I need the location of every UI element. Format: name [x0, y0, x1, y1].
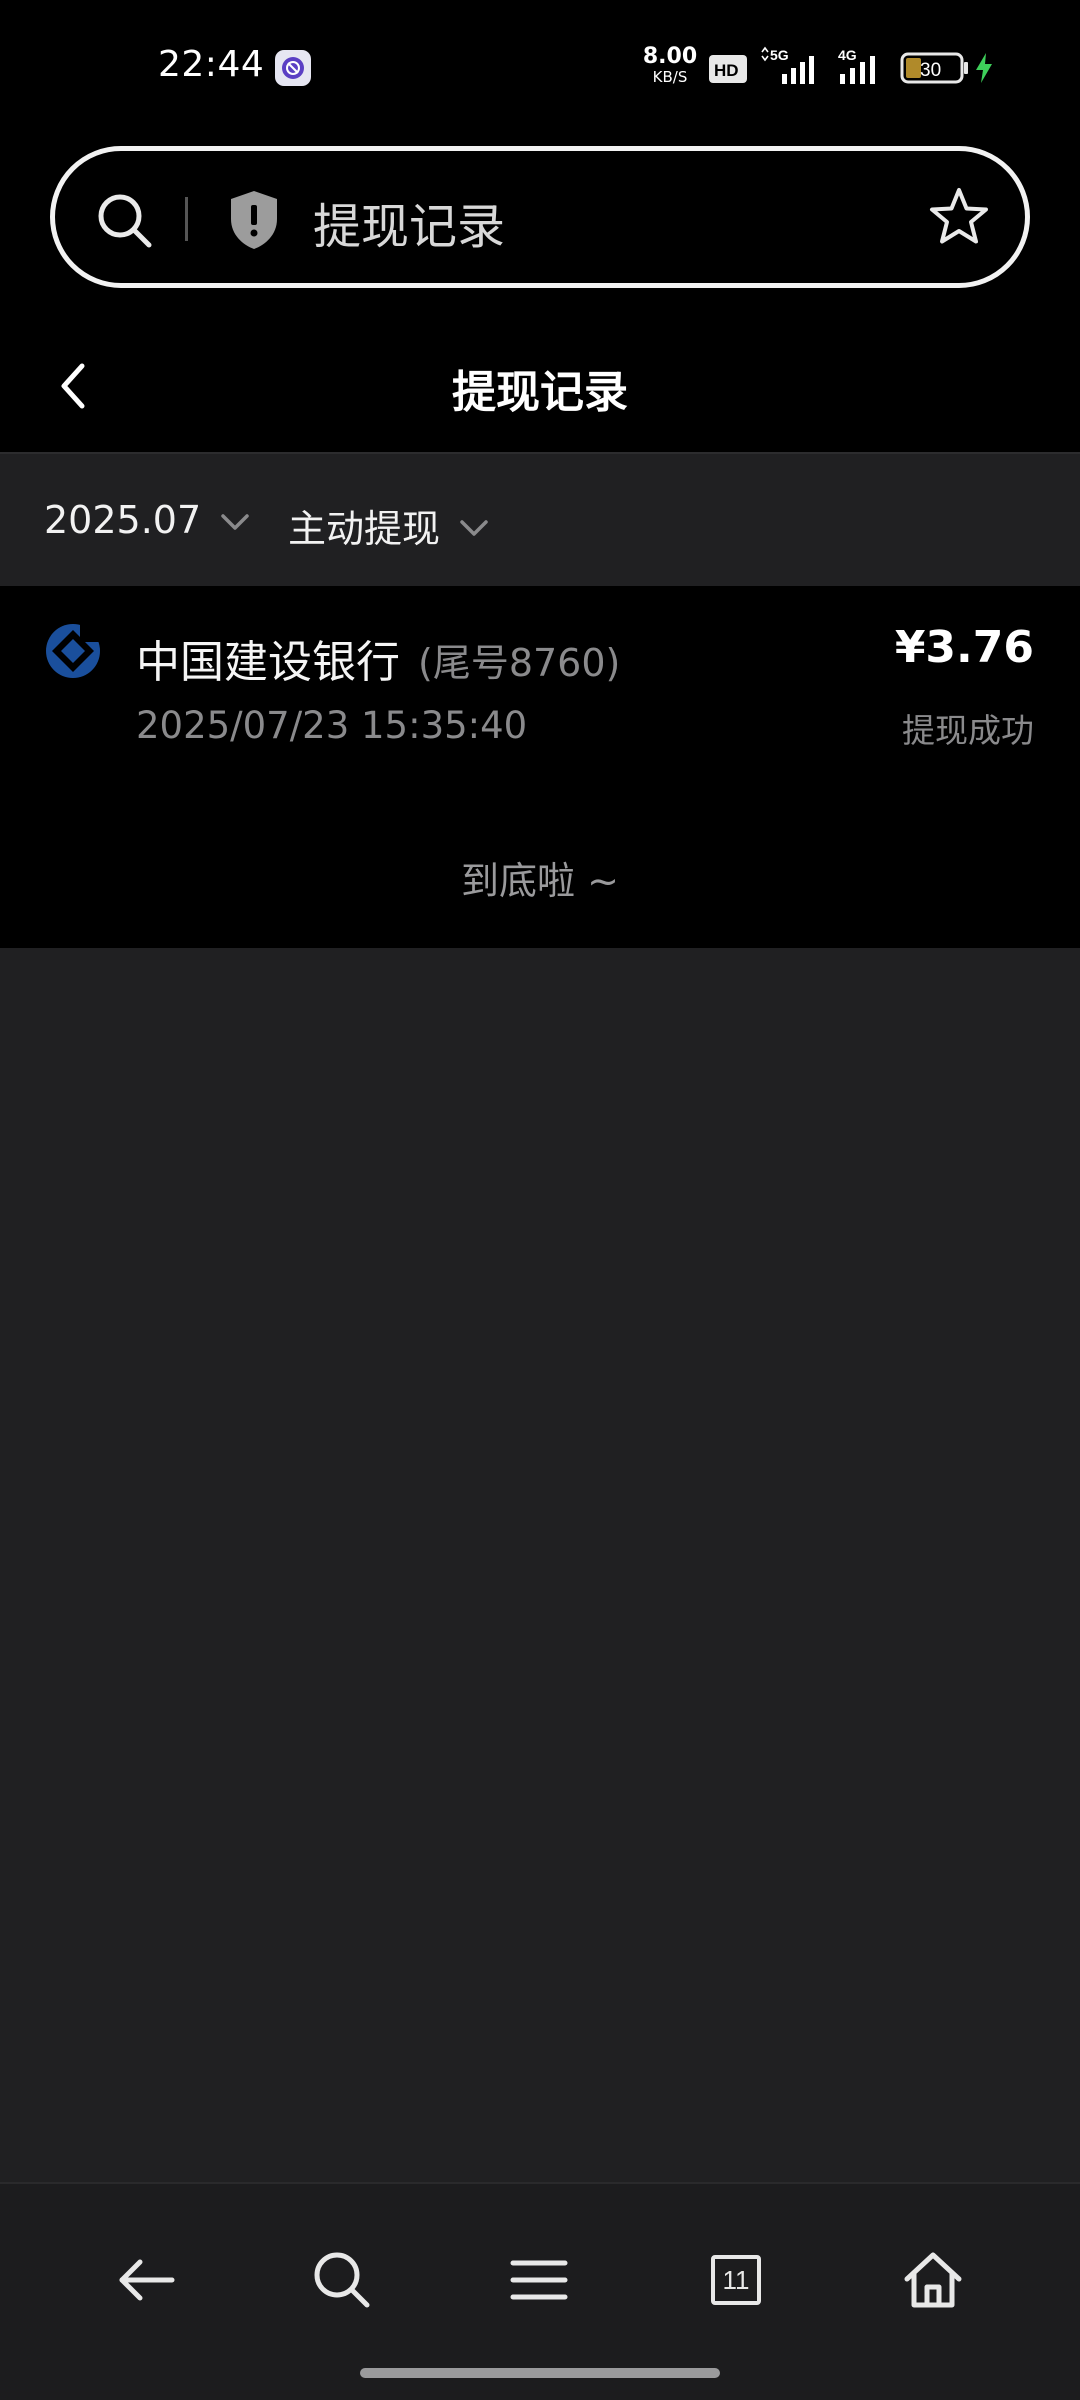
- nav-back-button[interactable]: [106, 2240, 186, 2320]
- charging-icon: [976, 53, 992, 83]
- record-status: 提现成功: [902, 711, 1034, 750]
- search-icon[interactable]: [95, 191, 155, 251]
- chevron-down-icon: [460, 519, 488, 536]
- search-icon: [314, 2252, 370, 2308]
- star-icon[interactable]: [927, 185, 991, 249]
- network-speed: 8.00 KB/S: [642, 46, 698, 85]
- app-notification-icon: [275, 50, 311, 86]
- tab-count: 11: [722, 2264, 750, 2295]
- network-speed-unit: KB/S: [652, 68, 688, 86]
- screen: 22:44 8.00 KB/S HD 5G 4G 30 提现记录 提现记录 20…: [0, 0, 1080, 2400]
- search-query[interactable]: 提现记录: [313, 187, 505, 257]
- withdrawal-record[interactable]: 中国建设银行 (尾号8760) 2025/07/23 15:35:40 ¥3.7…: [0, 586, 1080, 786]
- tabs-icon: 11: [711, 2255, 761, 2305]
- nav-search-button[interactable]: [302, 2240, 382, 2320]
- battery-level: 30: [920, 60, 941, 81]
- chevron-down-icon: [221, 514, 249, 530]
- shield-icon[interactable]: [227, 189, 281, 251]
- signal-4g-icon: 4G: [838, 47, 875, 84]
- battery-icon: 30: [900, 52, 968, 84]
- hd-icon: HD: [709, 55, 747, 83]
- nav-tabs-button[interactable]: 11: [696, 2240, 776, 2320]
- filter-bar: 2025.07 主动提现: [0, 452, 1080, 586]
- signal-4g-label: 4G: [838, 47, 857, 63]
- menu-icon: [510, 2260, 568, 2300]
- record-time: 2025/07/23 15:35:40: [136, 704, 528, 747]
- arrow-left-icon: [119, 2259, 175, 2301]
- hd-label: HD: [714, 61, 739, 80]
- search-bar[interactable]: 提现记录: [50, 146, 1030, 288]
- month-filter[interactable]: 2025.07: [44, 498, 251, 542]
- month-filter-label: 2025.07: [44, 498, 202, 542]
- status-bar: 22:44 8.00 KB/S HD 5G 4G 30: [0, 0, 1080, 135]
- nav-menu-button[interactable]: [499, 2240, 579, 2320]
- page-header: 提现记录: [0, 320, 1080, 452]
- search-divider: [185, 197, 188, 241]
- nav-home-button[interactable]: [893, 2240, 973, 2320]
- card-suffix: (尾号8760): [418, 641, 621, 685]
- withdrawal-record-list: 中国建设银行 (尾号8760) 2025/07/23 15:35:40 ¥3.7…: [0, 586, 1080, 948]
- ccb-bank-logo-icon: [46, 622, 102, 678]
- signal-5g-icon: 5G: [761, 46, 814, 84]
- network-speed-value: 8.00: [642, 44, 698, 69]
- status-time: 22:44: [158, 44, 265, 85]
- type-filter[interactable]: 主动提现: [288, 498, 490, 553]
- home-icon: [904, 2252, 962, 2308]
- list-end-text: 到底啦 ~: [461, 859, 619, 903]
- empty-area: [0, 948, 1080, 2182]
- signal-5g-label: 5G: [770, 47, 789, 63]
- page-title: 提现记录: [452, 367, 628, 418]
- home-indicator[interactable]: [360, 2368, 720, 2378]
- type-filter-label: 主动提现: [288, 507, 441, 551]
- bank-name: 中国建设银行: [136, 637, 400, 688]
- record-amount: ¥3.76: [894, 622, 1034, 673]
